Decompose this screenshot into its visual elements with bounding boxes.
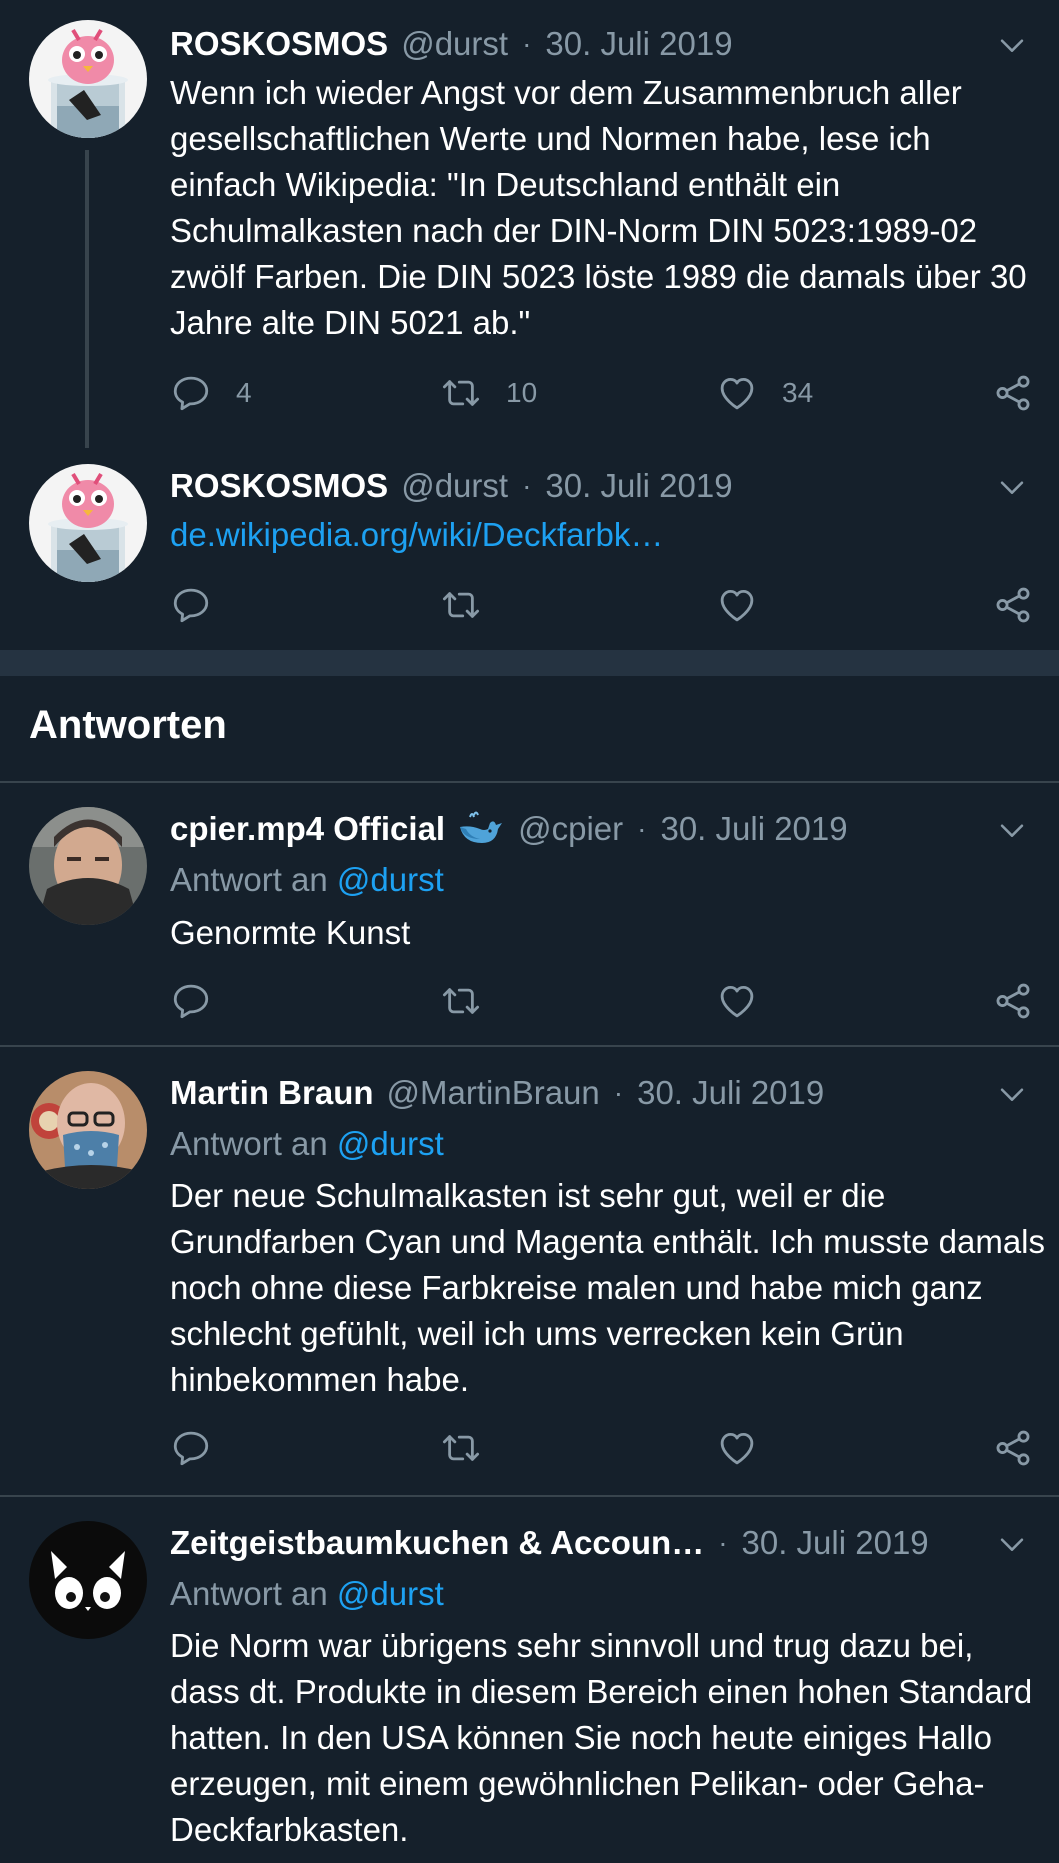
avatar[interactable]: [29, 464, 147, 582]
tweet-date[interactable]: 30. Juli 2019: [545, 25, 732, 63]
reply-button[interactable]: [170, 976, 212, 1026]
whale-icon: [460, 811, 503, 843]
reply-to-prefix: Antwort an: [170, 861, 328, 898]
separator-dot: ·: [522, 28, 532, 59]
reply-icon: [170, 584, 212, 626]
chevron-down-icon[interactable]: [995, 813, 1029, 847]
retweet-button[interactable]: [440, 580, 482, 630]
retweet-button[interactable]: [440, 976, 482, 1026]
heart-icon: [716, 1427, 758, 1469]
tweet-date[interactable]: 30. Juli 2019: [545, 467, 732, 505]
retweet-count: 10: [506, 377, 538, 408]
reply-to-line: Antwort an @durst: [170, 1125, 444, 1163]
person-avatar-icon: [29, 1071, 147, 1189]
avatar[interactable]: [29, 807, 147, 925]
reply-button[interactable]: 4: [170, 368, 252, 418]
reply-icon: [170, 1427, 212, 1469]
author-handle[interactable]: @cpier: [518, 810, 623, 848]
mention-link[interactable]: @durst: [337, 1575, 444, 1612]
heart-icon: [716, 372, 758, 414]
tweet-date[interactable]: 30. Juli 2019: [637, 1074, 824, 1112]
like-button[interactable]: 34: [716, 368, 813, 418]
reply-to-line: Antwort an @durst: [170, 1575, 444, 1613]
heart-icon: [716, 980, 758, 1022]
share-icon: [992, 1427, 1034, 1469]
chevron-down-icon[interactable]: [995, 1077, 1029, 1111]
reply-button[interactable]: [170, 1423, 212, 1473]
chevron-down-icon[interactable]: [995, 28, 1029, 62]
retweet-icon: [440, 980, 482, 1022]
replies-heading: Antworten: [29, 703, 227, 747]
share-button[interactable]: [992, 976, 1034, 1026]
tweet-date[interactable]: 30. Juli 2019: [742, 1524, 929, 1562]
share-button[interactable]: [992, 368, 1034, 418]
wikipedia-link[interactable]: de.wikipedia.org/wiki/Deckfarbk…: [170, 516, 663, 554]
author-handle[interactable]: @durst: [401, 467, 508, 505]
reply-to-line: Antwort an @durst: [170, 861, 444, 899]
glass-bird-avatar-icon: [29, 464, 147, 582]
author-name[interactable]: cpier.mp4 Official: [170, 810, 445, 848]
retweet-button[interactable]: 10: [440, 368, 537, 418]
avatar[interactable]: [29, 1521, 147, 1639]
retweet-icon: [440, 1427, 482, 1469]
share-icon: [992, 584, 1034, 626]
separator-dot: ·: [718, 1527, 728, 1558]
heart-icon: [716, 584, 758, 626]
reply-to-prefix: Antwort an: [170, 1125, 328, 1162]
retweet-icon: [440, 584, 482, 626]
thread-line: [85, 150, 89, 448]
tweet-text: Die Norm war übrigens sehr sinnvoll und …: [170, 1627, 1033, 1848]
share-button[interactable]: [992, 580, 1034, 630]
tweet-text: Der neue Schulmalkasten ist sehr gut, we…: [170, 1177, 1045, 1398]
person-avatar-icon: [29, 807, 147, 925]
author-name[interactable]: ROSKOSMOS: [170, 25, 388, 63]
like-count: 34: [782, 377, 814, 408]
separator-dot: ·: [613, 1077, 624, 1108]
reply-tweet[interactable]: Martin Braun @MartinBraun · 30. Juli 201…: [0, 1047, 1059, 1495]
reply-tweet[interactable]: Zeitgeistbaumkuchen & Accoun… · 30. Juli…: [0, 1497, 1059, 1863]
author-handle[interactable]: @durst: [401, 25, 508, 63]
reply-to-prefix: Antwort an: [170, 1575, 328, 1612]
thread-tweet[interactable]: ROSKOSMOS @durst · 30. Juli 2019 de.wiki…: [0, 448, 1059, 648]
author-name[interactable]: Martin Braun: [170, 1074, 374, 1112]
retweet-button[interactable]: [440, 1423, 482, 1473]
cat-face-avatar-icon: [29, 1521, 147, 1639]
reply-tweet[interactable]: cpier.mp4 Official @cpier · 30. Juli 201…: [0, 783, 1059, 1045]
glass-bird-avatar-icon: [29, 20, 147, 138]
author-name[interactable]: Zeitgeistbaumkuchen & Accoun…: [170, 1524, 704, 1562]
share-button[interactable]: [992, 1423, 1034, 1473]
author-handle[interactable]: @MartinBraun: [387, 1074, 600, 1112]
mention-link[interactable]: @durst: [337, 861, 444, 898]
reply-icon: [170, 372, 212, 414]
author-name[interactable]: ROSKOSMOS: [170, 467, 388, 505]
like-button[interactable]: [716, 1423, 758, 1473]
chevron-down-icon[interactable]: [995, 1527, 1029, 1561]
share-icon: [992, 372, 1034, 414]
like-button[interactable]: [716, 580, 758, 630]
reply-button[interactable]: [170, 580, 212, 630]
share-icon: [992, 980, 1034, 1022]
tweet-text: Genormte Kunst: [170, 914, 411, 951]
avatar[interactable]: [29, 1071, 147, 1189]
separator-dot: ·: [522, 470, 532, 501]
reply-count: 4: [236, 377, 252, 408]
separator-dot: ·: [637, 813, 647, 844]
section-separator: [0, 650, 1059, 676]
reply-icon: [170, 980, 212, 1022]
thread-tweet[interactable]: ROSKOSMOS @durst · 30. Juli 2019 Wenn ic…: [0, 0, 1059, 448]
chevron-down-icon[interactable]: [995, 470, 1029, 504]
like-button[interactable]: [716, 976, 758, 1026]
mention-link[interactable]: @durst: [337, 1125, 444, 1162]
avatar[interactable]: [29, 20, 147, 138]
tweet-text: Wenn ich wieder Angst vor dem Zusammenbr…: [170, 74, 1027, 341]
tweet-date[interactable]: 30. Juli 2019: [660, 810, 847, 848]
retweet-icon: [440, 372, 482, 414]
